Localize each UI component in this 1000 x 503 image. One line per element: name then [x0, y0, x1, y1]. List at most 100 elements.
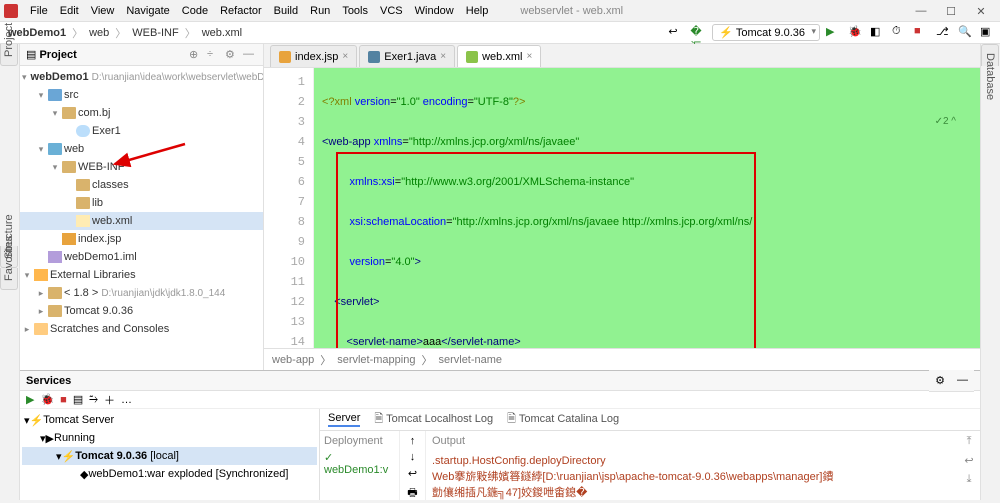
app-icon	[4, 4, 18, 18]
hide-icon[interactable]: —	[951, 370, 974, 392]
tree-webxml: web.xml	[92, 215, 132, 227]
project-panel: ▤ Project ⊕ ÷ ⚙ — ▾webDemo1 D:\ruanjian\…	[20, 44, 264, 370]
tree-pkg: com.bj	[78, 107, 110, 119]
soft-wrap-icon[interactable]: ↩	[408, 467, 417, 480]
code-area[interactable]: <?xml version="1.0" encoding="UTF-8"?> <…	[314, 68, 980, 348]
left-tab-favorites[interactable]: Favorites	[0, 268, 18, 290]
right-tool-strip: Database	[980, 44, 1000, 500]
tab-catalina-log[interactable]: 🗎 Tomcat Catalina Log	[507, 410, 619, 429]
wrap-icon[interactable]: ↩	[964, 454, 973, 467]
scroll-down-icon[interactable]: ↓	[410, 451, 416, 463]
menu-view[interactable]: View	[85, 5, 121, 17]
output-header: Output	[426, 431, 958, 451]
svc-tree-icon[interactable]: …	[121, 394, 132, 406]
menu-vcs[interactable]: VCS	[374, 5, 409, 17]
left-tool-strip: Project Structure Favorites	[0, 44, 20, 500]
tree-indexjsp: index.jsp	[78, 233, 121, 245]
menu-navigate[interactable]: Navigate	[120, 5, 175, 17]
build-icon[interactable]: �汇	[690, 25, 706, 41]
scroll-bottom-icon[interactable]: ⤓	[967, 473, 972, 486]
breadcrumb-sep: 〉	[70, 25, 85, 41]
tree-extlib: External Libraries	[50, 269, 136, 281]
menu-edit[interactable]: Edit	[54, 5, 85, 17]
stop-icon[interactable]: ■	[914, 25, 930, 41]
tab-localhost-log[interactable]: 🗎 Tomcat Localhost Log	[374, 410, 493, 429]
scroll-top-icon[interactable]: ⤒	[967, 435, 972, 448]
close-icon[interactable]: ×	[526, 51, 532, 62]
svc-run-icon[interactable]: ▶	[26, 393, 34, 406]
run-config-combo[interactable]: ⚡ Tomcat 9.0.36	[712, 24, 820, 41]
tab-webxml[interactable]: web.xml×	[457, 45, 541, 67]
tab-server[interactable]: Server	[328, 412, 360, 427]
close-button[interactable]: ✕	[966, 0, 996, 22]
project-tree[interactable]: ▾webDemo1 D:\ruanjian\idea\work\webservl…	[20, 66, 263, 370]
project-panel-icon: ▤	[26, 48, 36, 61]
editor-panel: index.jsp× Exer1.java× web.xml× 12345678…	[264, 44, 980, 370]
tab-indexjsp[interactable]: index.jsp×	[270, 45, 357, 67]
maximize-button[interactable]: ☐	[936, 0, 966, 22]
code-editor[interactable]: 1234567891011121314 <?xml version="1.0" …	[264, 68, 980, 348]
right-tab-database[interactable]: Database	[981, 44, 999, 66]
crumb-mapping[interactable]: servlet-mapping	[337, 354, 415, 366]
gutter: 1234567891011121314	[264, 68, 314, 348]
breadcrumb-webinf[interactable]: WEB-INF	[128, 27, 182, 39]
profile-icon[interactable]: ⏱	[892, 25, 908, 41]
menu-build[interactable]: Build	[268, 5, 304, 17]
svc-stop-icon[interactable]: ■	[60, 394, 67, 406]
tree-web: web	[64, 143, 84, 155]
project-collapse-icon[interactable]: ÷	[207, 48, 221, 62]
tab-exer1java[interactable]: Exer1.java×	[359, 45, 455, 67]
deployment-column: Deployment ✓ webDemo1:v	[320, 431, 400, 500]
tree-tomcat: Tomcat 9.0.36	[64, 305, 133, 317]
project-panel-title: Project	[39, 49, 185, 61]
menu-run[interactable]: Run	[304, 5, 336, 17]
print-icon[interactable]: 🖶	[407, 484, 417, 503]
console-output[interactable]: .startup.HostConfig.deployDirectory Web搴…	[426, 451, 958, 500]
breadcrumb-web[interactable]: web	[85, 27, 113, 39]
debug-icon[interactable]: 🐞	[848, 25, 864, 41]
services-panel: Services ⚙ — ▶ 🐞 ■ ▤ ⥲ ＋ … ▾⚡ Tomcat Ser…	[20, 370, 980, 500]
svc-expand-icon[interactable]: ⥲	[89, 393, 98, 406]
settings-icon[interactable]: ▣	[980, 25, 996, 41]
menu-code[interactable]: Code	[176, 5, 214, 17]
project-select-icon[interactable]: ⊕	[189, 48, 203, 62]
crumb-webapp[interactable]: web-app	[272, 354, 314, 366]
svc-more-icon[interactable]: ＋	[104, 392, 115, 408]
services-output-tabs: Server 🗎 Tomcat Localhost Log 🗎 Tomcat C…	[320, 409, 980, 431]
git-icon[interactable]: ⎇	[936, 25, 952, 41]
menu-refactor[interactable]: Refactor	[214, 5, 268, 17]
svc-filter-icon[interactable]: ▤	[73, 393, 83, 406]
left-tab-project[interactable]: Project	[0, 44, 18, 66]
gear-icon[interactable]: ⚙	[225, 48, 239, 62]
gear-icon[interactable]: ⚙	[929, 370, 951, 392]
scroll-up-icon[interactable]: ↑	[410, 435, 416, 447]
menu-window[interactable]: Window	[409, 5, 460, 17]
menu-help[interactable]: Help	[460, 5, 495, 17]
tree-classes: classes	[92, 179, 129, 191]
deployment-item[interactable]: ✓ webDemo1:v	[324, 451, 395, 476]
menu-file[interactable]: File	[24, 5, 54, 17]
tree-root: webDemo1	[31, 71, 89, 83]
editor-breadcrumb: web-app〉 servlet-mapping〉 servlet-name	[264, 348, 980, 370]
breadcrumb-file[interactable]: web.xml	[198, 27, 246, 39]
crumb-sname[interactable]: servlet-name	[438, 354, 502, 366]
tree-iml: webDemo1.iml	[64, 251, 137, 263]
close-icon[interactable]: ×	[440, 51, 446, 62]
hide-icon[interactable]: —	[243, 48, 257, 62]
svc-debug-icon[interactable]: 🐞	[40, 393, 54, 406]
window-title: webservlet - web.xml	[514, 5, 629, 17]
menu-bar: File Edit View Navigate Code Refactor Bu…	[0, 0, 1000, 22]
tree-scratch: Scratches and Consoles	[50, 323, 169, 335]
minimize-button[interactable]: —	[906, 0, 936, 22]
run-icon[interactable]: ▶	[826, 25, 842, 41]
close-icon[interactable]: ×	[342, 51, 348, 62]
inspection-badge[interactable]: ✓2 ^	[935, 116, 956, 127]
services-tree[interactable]: ▾⚡ Tomcat Server ▾▶ Running ▾⚡ Tomcat 9.…	[20, 409, 319, 500]
coverage-icon[interactable]: ◧	[870, 25, 886, 41]
tree-lib: lib	[92, 197, 103, 209]
back-icon[interactable]: ↩	[668, 25, 684, 41]
tree-jdk: < 1.8 >	[64, 287, 98, 299]
search-icon[interactable]: 🔍	[958, 25, 974, 41]
tree-webinf: WEB-INF	[78, 161, 124, 173]
menu-tools[interactable]: Tools	[336, 5, 374, 17]
